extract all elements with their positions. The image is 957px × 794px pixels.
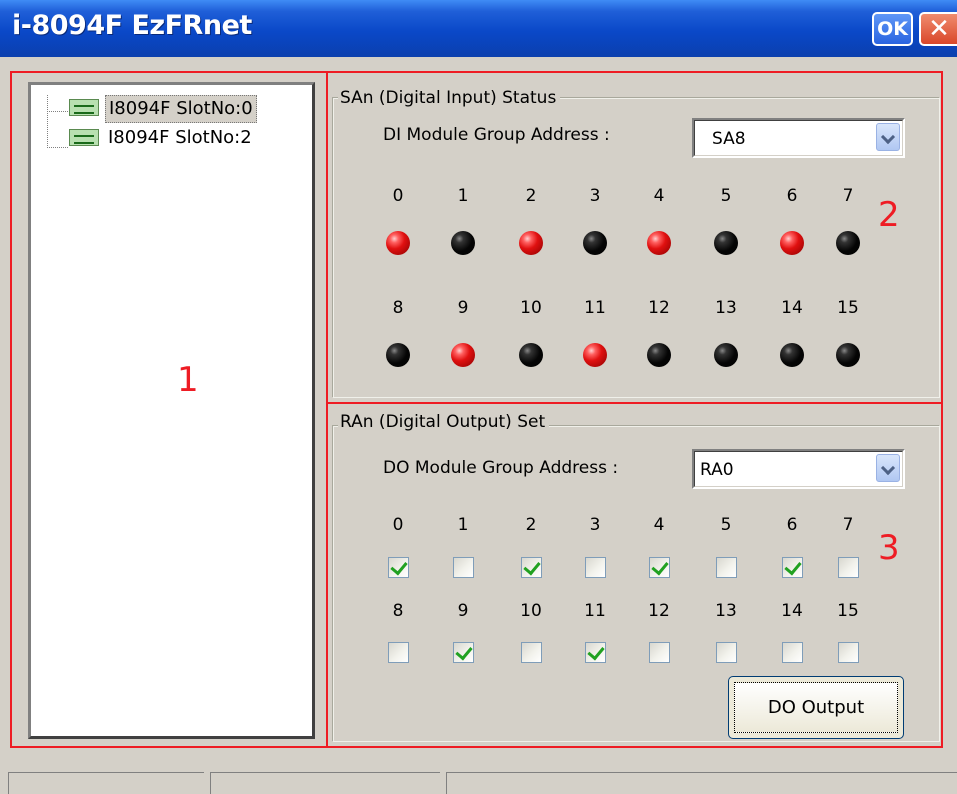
close-button[interactable]: ✕ bbox=[919, 12, 957, 46]
led-off-indicator bbox=[386, 343, 410, 367]
tree-item-label: I8094F SlotNo:0 bbox=[105, 95, 257, 123]
channel-number: 10 bbox=[520, 298, 542, 318]
do-channel-checkbox[interactable] bbox=[649, 557, 670, 578]
channel-number: 4 bbox=[653, 515, 665, 535]
channel-number: 2 bbox=[525, 186, 537, 206]
tree-item-slot-0[interactable]: I8094F SlotNo:0 bbox=[69, 95, 309, 123]
channel-number: 4 bbox=[653, 186, 665, 206]
led-on-indicator bbox=[647, 231, 671, 255]
led-on-indicator bbox=[780, 231, 804, 255]
led-off-indicator bbox=[714, 343, 738, 367]
status-pane bbox=[8, 772, 204, 794]
di-address-label: DI Module Group Address : bbox=[383, 125, 610, 145]
channel-number: 15 bbox=[837, 601, 859, 621]
channel-number: 11 bbox=[584, 298, 606, 318]
do-address-label: DO Module Group Address : bbox=[383, 458, 619, 478]
do-channel-checkbox[interactable] bbox=[782, 642, 803, 663]
di-address-select[interactable]: SA8 bbox=[692, 118, 905, 158]
chevron-down-icon[interactable] bbox=[876, 123, 900, 151]
channel-number: 6 bbox=[786, 515, 798, 535]
tree-item-slot-2[interactable]: I8094F SlotNo:2 bbox=[69, 125, 309, 151]
window-title: i-8094F EzFRnet bbox=[12, 10, 252, 41]
do-channel-checkbox[interactable] bbox=[716, 642, 737, 663]
chevron-down-icon[interactable] bbox=[876, 454, 900, 482]
channel-number: 8 bbox=[392, 601, 404, 621]
led-off-indicator bbox=[780, 343, 804, 367]
channel-number: 7 bbox=[842, 515, 854, 535]
channel-number: 0 bbox=[392, 515, 404, 535]
status-pane bbox=[210, 772, 440, 794]
channel-number: 13 bbox=[715, 298, 737, 318]
channel-number: 0 bbox=[392, 186, 404, 206]
led-off-indicator bbox=[714, 231, 738, 255]
di-group-title: SAn (Digital Input) Status bbox=[338, 88, 561, 108]
do-channel-checkbox[interactable] bbox=[782, 557, 803, 578]
do-group-title: RAn (Digital Output) Set bbox=[338, 412, 550, 432]
led-off-indicator bbox=[836, 231, 860, 255]
channel-number: 3 bbox=[589, 515, 601, 535]
do-output-button[interactable]: DO Output bbox=[728, 676, 904, 739]
led-on-indicator bbox=[386, 231, 410, 255]
channel-number: 14 bbox=[781, 601, 803, 621]
status-bar bbox=[0, 766, 957, 794]
title-bar: i-8094F EzFRnet OK ✕ bbox=[0, 0, 957, 57]
channel-number: 8 bbox=[392, 298, 404, 318]
channel-number: 5 bbox=[720, 186, 732, 206]
channel-number: 10 bbox=[520, 601, 542, 621]
do-channel-checkbox[interactable] bbox=[838, 557, 859, 578]
annotation-frame-divider bbox=[326, 71, 328, 748]
channel-number: 9 bbox=[457, 601, 469, 621]
channel-number: 7 bbox=[842, 186, 854, 206]
tree-item-label: I8094F SlotNo:2 bbox=[108, 127, 252, 148]
channel-number: 12 bbox=[648, 298, 670, 318]
do-output-label: DO Output bbox=[734, 682, 898, 733]
do-channel-checkbox[interactable] bbox=[585, 642, 606, 663]
annotation-number-1: 1 bbox=[177, 360, 199, 400]
annotation-frame-split bbox=[326, 402, 943, 404]
channel-number: 5 bbox=[720, 515, 732, 535]
do-channel-checkbox[interactable] bbox=[649, 642, 670, 663]
do-channel-checkbox[interactable] bbox=[453, 642, 474, 663]
ok-button[interactable]: OK bbox=[872, 12, 913, 46]
channel-number: 13 bbox=[715, 601, 737, 621]
channel-number: 11 bbox=[584, 601, 606, 621]
module-icon bbox=[69, 99, 99, 116]
do-channel-checkbox[interactable] bbox=[388, 642, 409, 663]
module-icon bbox=[69, 129, 99, 146]
do-channel-checkbox[interactable] bbox=[388, 557, 409, 578]
channel-number: 12 bbox=[648, 601, 670, 621]
do-address-select[interactable]: RA0 bbox=[692, 449, 905, 489]
led-off-indicator bbox=[583, 231, 607, 255]
led-on-indicator bbox=[583, 343, 607, 367]
channel-number: 2 bbox=[525, 515, 537, 535]
channel-number: 1 bbox=[457, 186, 469, 206]
tree-connector bbox=[47, 95, 68, 112]
do-channel-checkbox[interactable] bbox=[521, 557, 542, 578]
channel-number: 15 bbox=[837, 298, 859, 318]
led-off-indicator bbox=[451, 231, 475, 255]
di-address-value: SA8 bbox=[712, 129, 746, 149]
channel-number: 1 bbox=[457, 515, 469, 535]
tree-connector bbox=[47, 111, 68, 148]
channel-number: 3 bbox=[589, 186, 601, 206]
module-tree[interactable]: I8094F SlotNo:0 I8094F SlotNo:2 bbox=[28, 82, 315, 739]
do-channel-checkbox[interactable] bbox=[585, 557, 606, 578]
led-off-indicator bbox=[836, 343, 860, 367]
led-on-indicator bbox=[451, 343, 475, 367]
do-channel-checkbox[interactable] bbox=[521, 642, 542, 663]
do-channel-checkbox[interactable] bbox=[453, 557, 474, 578]
channel-number: 6 bbox=[786, 186, 798, 206]
led-off-indicator bbox=[519, 343, 543, 367]
led-on-indicator bbox=[519, 231, 543, 255]
do-address-value: RA0 bbox=[700, 460, 734, 480]
led-off-indicator bbox=[647, 343, 671, 367]
do-channel-checkbox[interactable] bbox=[838, 642, 859, 663]
status-pane bbox=[446, 772, 957, 794]
do-channel-checkbox[interactable] bbox=[716, 557, 737, 578]
channel-number: 9 bbox=[457, 298, 469, 318]
channel-number: 14 bbox=[781, 298, 803, 318]
